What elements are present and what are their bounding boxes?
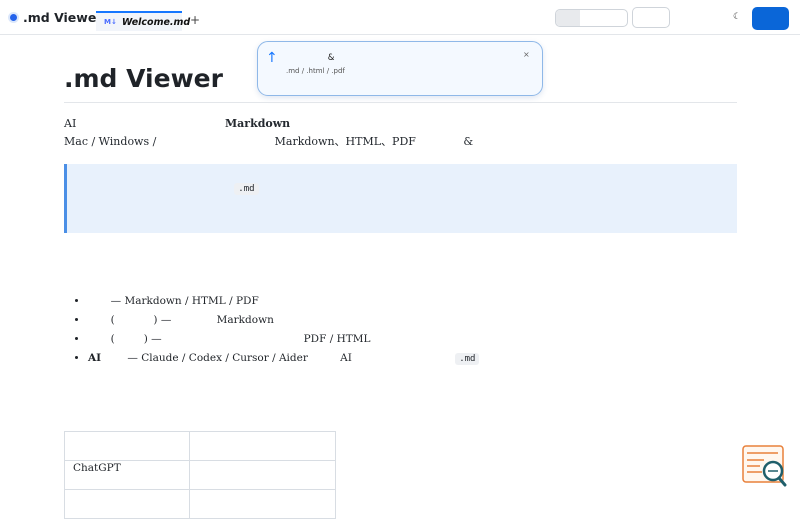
toast-body-line-2: ᅟᅟ ᅟᅟᅟᅟᅟᅟᅟᅟᅟᅟᅟᅟ bbox=[286, 91, 379, 99]
table-header-cell: ᅟᅟᅟᅟᅟ bbox=[189, 431, 336, 461]
list-item: ᅟᅟ (ᅟᅟᅟ) — ᅟᅟᅟᅟᅟᅟᅟᅟᅟᅟᅟᅟᅟᅟ PDF / HTML ᅟᅟᅟ… bbox=[88, 330, 647, 349]
intro-line-1: AI ᅟᅟᅟᅟᅟᅟᅟᅟᅟᅟᅟᅟᅟᅟ Markdown ᅟᅟᅟᅟᅟᅟᅟᅟᅟᅟᅟᅟᅟ… bbox=[64, 115, 527, 133]
list-item-bold: AI ᅟᅟ bbox=[88, 352, 125, 364]
list-item-text: ᅟᅟ (ᅟᅟᅟᅟ) — ᅟᅟᅟᅟ Markdown ᅟᅟᅟᅟ ᅟᅟᅟᅟᅟᅟᅟᅟᅟ… bbox=[88, 314, 445, 326]
view-mode-option-2[interactable]: ᅟᅟᅟ bbox=[580, 10, 604, 26]
drop-hint-toast: ↑ ᅟ ᅟᅟᅟᅟ&ᅟᅟᅟᅟᅟᅟᅟᅟᅟᅟᅟᅟ .md / .html / .pdf… bbox=[257, 41, 543, 99]
callout-line-2: ᅟᅟᅟᅟᅟᅟᅟᅟᅟᅟᅟᅟᅟ ᅟᅟᅟᅟᅟ ᅟᅟᅟ ᅟᅟᅟᅟᅟᅟᅟᅟᅟᅟᅟᅟᅟᅟᅟᅟ… bbox=[79, 202, 495, 215]
tab-label: Welcome.md bbox=[121, 16, 191, 28]
inline-code: .md bbox=[234, 183, 259, 195]
arrow-up-icon: ↑ bbox=[266, 50, 278, 66]
intro-text: AI ᅟᅟᅟᅟᅟᅟᅟᅟᅟᅟᅟᅟᅟᅟ bbox=[64, 117, 225, 130]
callout-text: ᅟᅟᅟᅟᅟᅟᅟᅟᅟᅟᅟᅟᅟᅟᅟ bbox=[79, 181, 235, 194]
app-brand: .md Viewer bbox=[10, 10, 102, 25]
toast-title: ᅟ ᅟᅟᅟᅟ&ᅟᅟᅟᅟᅟᅟᅟᅟᅟᅟᅟᅟ bbox=[286, 53, 429, 63]
view-mode-switch: ᅟᅟ ᅟᅟᅟ ᅟᅟ bbox=[555, 9, 628, 27]
table-cell bbox=[64, 489, 190, 519]
primary-action-button[interactable]: ᅟᅟᅟ bbox=[752, 7, 789, 30]
intro-paragraph: AI ᅟᅟᅟᅟᅟᅟᅟᅟᅟᅟᅟᅟᅟᅟ Markdown ᅟᅟᅟᅟᅟᅟᅟᅟᅟᅟᅟᅟᅟ… bbox=[64, 115, 527, 151]
brand-dot-icon bbox=[10, 14, 17, 21]
table-cell: ChatGPT ᅟᅟᅟᅟᅟᅟᅟᅟᅟ bbox=[64, 460, 190, 490]
view-mode-option-3[interactable]: ᅟᅟ bbox=[603, 10, 627, 26]
intro-line-2: Mac / Windows / ᅟᅟᅟᅟᅟᅟᅟᅟᅟᅟᅟ Markdown、HTM… bbox=[64, 135, 528, 148]
callout-box: ᅟᅟᅟᅟᅟᅟᅟᅟᅟᅟᅟᅟᅟᅟᅟ .md ᅟᅟᅟᅟᅟᅟᅟᅟᅟᅟᅟᅟᅟᅟᅟᅟᅟᅟᅟᅟ… bbox=[64, 164, 737, 233]
app-title: .md Viewer bbox=[23, 10, 103, 25]
view-mode-option-1[interactable]: ᅟᅟ bbox=[556, 10, 580, 26]
search-doc-icon[interactable] bbox=[742, 445, 788, 487]
toolbar-item-2[interactable]: ᅟᅟ bbox=[707, 13, 722, 24]
add-tab-button[interactable]: + bbox=[190, 13, 200, 27]
callout-line-1: ᅟᅟᅟᅟᅟᅟᅟᅟᅟᅟᅟᅟᅟᅟᅟ .md ᅟᅟᅟᅟᅟᅟᅟᅟᅟᅟᅟᅟᅟᅟᅟᅟᅟᅟᅟᅟ… bbox=[79, 178, 737, 199]
inline-code: .md bbox=[455, 353, 480, 365]
markdown-icon: M↓ bbox=[104, 18, 117, 26]
table-row: ChatGPT ᅟᅟᅟᅟᅟᅟᅟᅟᅟ ᅟᅟᅟᅟᅟᅟᅟᅟᅟᅟ bbox=[64, 460, 336, 490]
features-heading: ᅟᅟᅟᅟᅟ bbox=[64, 268, 143, 288]
list-item: ᅟᅟ (ᅟᅟᅟᅟ) — ᅟᅟᅟᅟ Markdown ᅟᅟᅟᅟ ᅟᅟᅟᅟᅟᅟᅟᅟᅟ… bbox=[88, 311, 647, 330]
toast-body-line-1: .md / .html / .pdf ᅟ ᅟᅟᅟᅟᅟᅟᅟᅟᅟ ᅟᅟᅟᅟᅟᅟᅟᅟᅟ… bbox=[286, 67, 500, 87]
compare-table: ᅟᅟ ᅟᅟᅟᅟᅟ ChatGPT ᅟᅟᅟᅟᅟᅟᅟᅟᅟ ᅟᅟᅟᅟᅟᅟᅟᅟᅟᅟ bbox=[64, 431, 336, 519]
list-item: ᅟᅟ — Markdown / HTML / PDF ᅟᅟᅟᅟᅟᅟᅟᅟᅟᅟᅟᅟᅟ… bbox=[88, 292, 647, 311]
open-file-button[interactable]: ᅟ ᅟᅟ bbox=[632, 7, 670, 28]
table-header-row: ᅟᅟ ᅟᅟᅟᅟᅟ bbox=[64, 431, 336, 461]
list-item-text-tail: ᅟᅟᅟᅟᅟᅟᅟᅟᅟᅟᅟᅟᅟᅟᅟᅟᅟ bbox=[479, 352, 648, 364]
list-item-text: ᅟᅟ (ᅟᅟᅟ) — ᅟᅟᅟᅟᅟᅟᅟᅟᅟᅟᅟᅟᅟᅟ PDF / HTML ᅟᅟᅟ… bbox=[88, 333, 558, 345]
table-row bbox=[64, 489, 336, 519]
compare-heading: ᅟᅟᅟᅟᅟᅟ bbox=[64, 404, 158, 424]
tab-welcome[interactable]: M↓ Welcome.md bbox=[96, 11, 190, 31]
top-bar: .md Viewer M↓ Welcome.md + ᅟᅟ ᅟᅟᅟ ᅟᅟ ᅟ ᅟ… bbox=[0, 0, 800, 35]
list-item: AI ᅟᅟ — Claude / Codex / Cursor / Aider … bbox=[88, 349, 647, 369]
table-cell: ᅟᅟᅟᅟᅟᅟᅟᅟᅟᅟ bbox=[189, 460, 336, 490]
table-cell bbox=[189, 489, 336, 519]
intro-text-tail: ᅟᅟᅟᅟᅟᅟᅟᅟᅟᅟᅟᅟᅟᅟᅟ bbox=[290, 117, 446, 130]
callout-text-tail: ᅟᅟᅟᅟᅟᅟᅟᅟᅟᅟᅟᅟᅟᅟᅟᅟᅟᅟᅟᅟᅟ bbox=[258, 181, 475, 194]
list-item-text: ᅟᅟ — Markdown / HTML / PDF ᅟᅟᅟᅟᅟᅟᅟᅟᅟᅟᅟᅟᅟ… bbox=[88, 295, 552, 307]
page-title: .md Viewer bbox=[64, 64, 223, 93]
title-divider bbox=[64, 102, 737, 103]
feature-list: ᅟᅟ — Markdown / HTML / PDF ᅟᅟᅟᅟᅟᅟᅟᅟᅟᅟᅟᅟᅟ… bbox=[64, 292, 647, 369]
toast-body: .md / .html / .pdf ᅟ ᅟᅟᅟᅟᅟᅟᅟᅟᅟ ᅟᅟᅟᅟᅟᅟᅟᅟᅟ… bbox=[286, 65, 516, 101]
list-item-text: — Claude / Codex / Cursor / Aider ᅟᅟᅟAI … bbox=[124, 352, 456, 364]
intro-bold: Markdown bbox=[224, 117, 291, 130]
close-icon[interactable]: × bbox=[523, 50, 530, 59]
table-header-cell: ᅟᅟ bbox=[64, 431, 190, 461]
toolbar-item-1[interactable]: ᅟᅟ bbox=[681, 13, 696, 24]
moon-icon[interactable]: ☾ bbox=[733, 12, 741, 22]
